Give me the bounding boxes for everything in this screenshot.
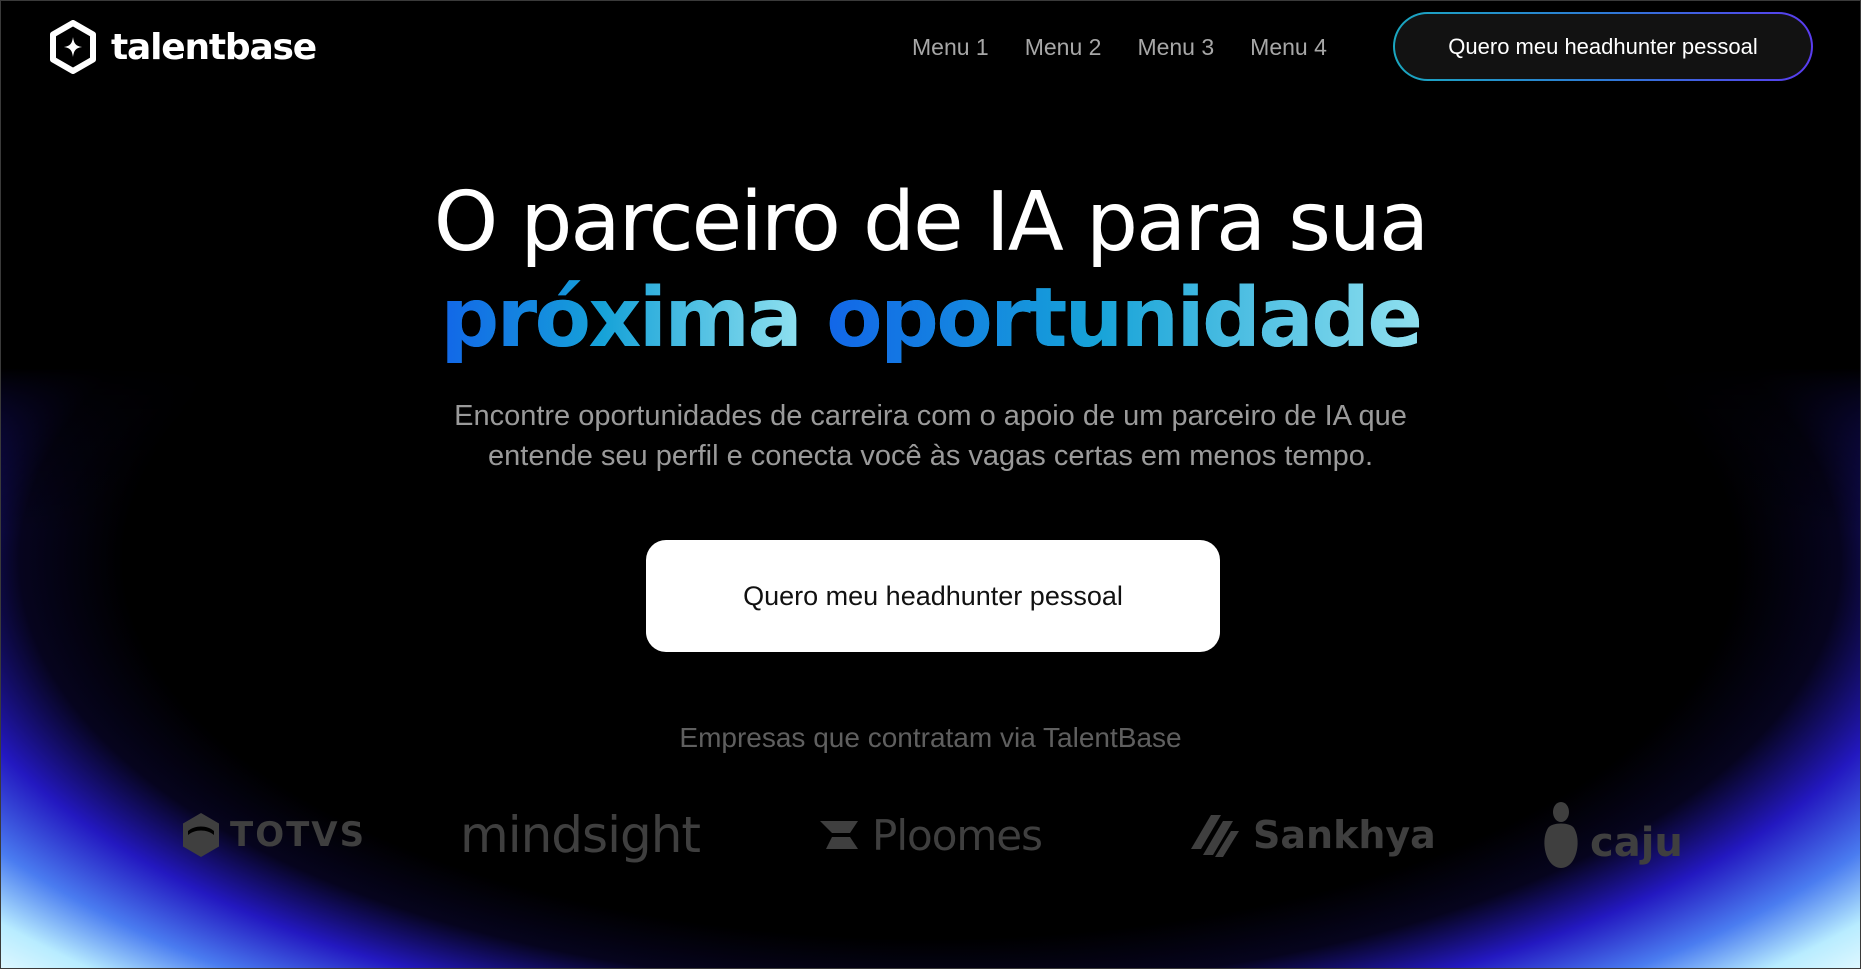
hero-subtitle-line-1: Encontre oportunidades de carreira com o… [454,400,1407,432]
main-nav: Menu 1 Menu 2 Menu 3 Menu 4 [912,28,1363,66]
caju-name: caju [1590,820,1683,866]
landing-page: talentbase Menu 1 Menu 2 Menu 3 Menu 4 Q… [0,0,1861,969]
ploomes-arrow-icon [820,821,858,849]
hero-title: O parceiro de IA para sua próxima oportu… [0,175,1861,367]
sankhya-stripes-icon [1191,815,1239,857]
caju-logo: caju [1540,795,1683,875]
hero-headhunter-button[interactable]: Quero meu headhunter pessoal [646,540,1220,652]
hero-title-line-2: próxima oportunidade [0,271,1861,367]
nav-menu-4[interactable]: Menu 4 [1250,34,1327,61]
hero-title-highlight-1: próxima [440,271,802,366]
header-headhunter-button-label: Quero meu headhunter pessoal [1395,14,1811,79]
mindsight-name: mindsight [460,806,701,864]
caju-fruit-icon [1544,802,1578,868]
nav-menu-1[interactable]: Menu 1 [912,34,989,61]
hero-title-highlight-2: oportunidade [826,271,1423,366]
hexagon-sparkle-icon [50,20,96,74]
companies-label: Empresas que contratam via TalentBase [679,722,1182,753]
totvs-logo: TOTVS [180,795,366,875]
totvs-name: TOTVS [230,815,367,855]
hero-subtitle-line-2: entende seu perfil e conecta você às vag… [488,440,1373,472]
ploomes-logo: Ploomes [818,795,1043,875]
sankhya-logo: Sankhya [1185,795,1436,875]
company-logos: TOTVS mindsight Ploomes Sankhya caju [0,795,1861,875]
nav-menu-2[interactable]: Menu 2 [1025,34,1102,61]
hero-title-line-1: O parceiro de IA para sua [433,175,1429,270]
brand-name: talentbase [111,26,317,68]
totvs-hexagon-icon [183,813,219,857]
hero-subtitle: Encontre oportunidades de carreira com o… [0,396,1861,476]
ploomes-name: Ploomes [872,810,1043,860]
mindsight-logo: mindsight [460,795,701,875]
header-headhunter-button[interactable]: Quero meu headhunter pessoal [1393,12,1813,81]
talentbase-logo[interactable]: talentbase [49,19,317,75]
nav-menu-3[interactable]: Menu 3 [1137,34,1214,61]
sankhya-name: Sankhya [1253,813,1436,857]
